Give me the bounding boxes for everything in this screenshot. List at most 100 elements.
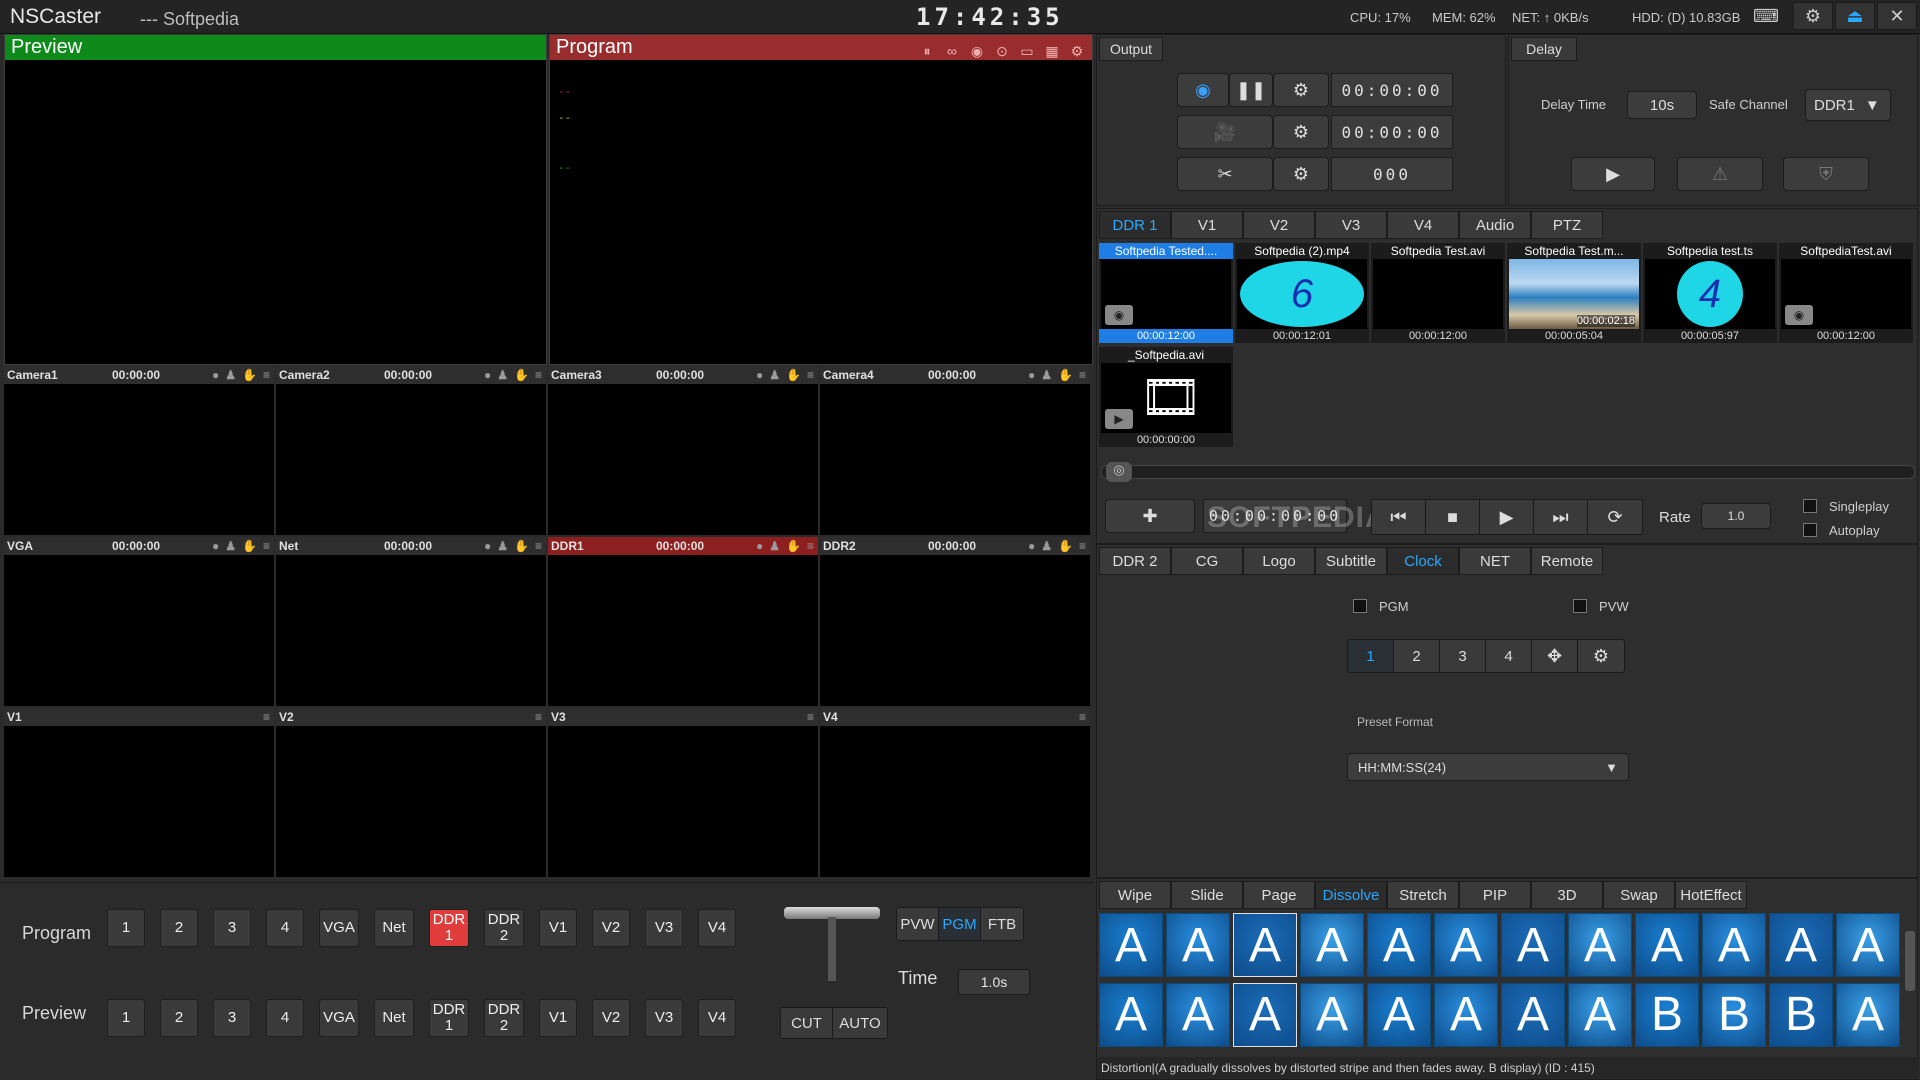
transition-effect[interactable]: A [1166, 913, 1230, 977]
person-icon[interactable]: ♟ [225, 366, 236, 384]
preview-button-1[interactable]: 1 [107, 999, 145, 1037]
program-button-v2[interactable]: V2 [592, 909, 630, 947]
program-button-4[interactable]: 4 [266, 909, 304, 947]
pause-button[interactable]: ❚❚ [1229, 73, 1273, 107]
menu-icon[interactable]: ≡ [1079, 708, 1086, 726]
preview-button-2[interactable]: 2 [160, 999, 198, 1037]
program-monitor[interactable]: Program ⏸ ∞ ◉ ⊙ ▭ ▦ ⚙ -- -- -- [549, 34, 1093, 365]
hand-icon[interactable]: ✋ [1058, 537, 1073, 555]
transition-time-field[interactable]: 1.0s [958, 969, 1030, 995]
tab-cg[interactable]: CG [1171, 547, 1243, 575]
monitor-camera3[interactable]: Camera3 00:00:00 ● ♟ ✋ ≡ [548, 366, 818, 535]
status-dot-icon[interactable]: ● [756, 366, 763, 384]
transition-effect[interactable]: A [1166, 982, 1230, 1047]
seek-bar[interactable]: ◎ [1101, 462, 1915, 482]
media-item[interactable]: Softpedia Tested.... ◉ 00:00:12:00 [1099, 243, 1233, 343]
hand-icon[interactable]: ✋ [514, 537, 529, 555]
status-dot-icon[interactable]: ● [484, 366, 491, 384]
scissors-icon[interactable]: ✂ [1177, 157, 1273, 191]
tab-net[interactable]: NET [1459, 547, 1531, 575]
stop-icon[interactable]: ■ [1426, 500, 1480, 534]
tab-v1[interactable]: V1 [1171, 211, 1243, 239]
status-dot-icon[interactable]: ● [1028, 537, 1035, 555]
transition-effect[interactable]: A [1434, 982, 1498, 1047]
preview-button-v2[interactable]: V2 [592, 999, 630, 1037]
ab-icon[interactable]: ▭ [1018, 39, 1036, 64]
t-bar-track[interactable] [828, 917, 836, 981]
program-button-ddr1[interactable]: DDR 1 [429, 909, 469, 947]
delay-tab[interactable]: Delay [1511, 37, 1577, 61]
transition-effect[interactable]: A [1300, 982, 1364, 1047]
monitor-ddr2[interactable]: DDR2 00:00:00 ● ♟ ✋ ≡ [820, 537, 1090, 706]
singleplay-checkbox[interactable] [1803, 499, 1817, 513]
menu-icon[interactable]: ≡ [807, 537, 814, 555]
effect-scrollbar[interactable] [1905, 931, 1915, 991]
status-dot-icon[interactable]: ● [484, 537, 491, 555]
delay-time-field[interactable]: 10s [1627, 91, 1697, 119]
audio-meter-icon[interactable]: ⏸ [918, 39, 936, 64]
tab-wipe[interactable]: Wipe [1099, 881, 1171, 909]
gear-icon[interactable]: ⚙ [1578, 640, 1624, 672]
tab-dissolve[interactable]: Dissolve [1315, 881, 1387, 909]
tab-ddr-1[interactable]: DDR 1 [1099, 211, 1171, 239]
tab-pip[interactable]: PIP [1459, 881, 1531, 909]
status-dot-icon[interactable]: ● [756, 537, 763, 555]
record-icon[interactable]: ⊙ [993, 39, 1011, 64]
program-button-v3[interactable]: V3 [645, 909, 683, 947]
transition-effect[interactable]: A [1099, 982, 1163, 1047]
tab-logo[interactable]: Logo [1243, 547, 1315, 575]
move-icon[interactable]: ✥ [1532, 640, 1578, 672]
transition-effect[interactable]: A [1568, 913, 1632, 977]
tab-3d[interactable]: 3D [1531, 881, 1603, 909]
media-item[interactable]: Softpedia Test.avi 00:00:12:00 [1371, 243, 1505, 343]
monitor-net[interactable]: Net 00:00:00 ● ♟ ✋ ≡ [276, 537, 546, 706]
monitor-camera4[interactable]: Camera4 00:00:00 ● ♟ ✋ ≡ [820, 366, 1090, 535]
preset-format-select[interactable]: HH:MM:SS(24) ▼ [1347, 753, 1629, 781]
menu-icon[interactable]: ≡ [263, 366, 270, 384]
rate-field[interactable]: 1.0 [1701, 503, 1771, 529]
clock-slot-3[interactable]: 3 [1440, 640, 1486, 672]
person-icon[interactable]: ♟ [225, 537, 236, 555]
settings-gear-icon[interactable]: ⚙ [1793, 2, 1833, 30]
mode-pvw-button[interactable]: PVW [897, 908, 939, 940]
menu-icon[interactable]: ≡ [807, 366, 814, 384]
preview-button-v3[interactable]: V3 [645, 999, 683, 1037]
close-icon[interactable]: ✕ [1877, 2, 1917, 30]
hand-icon[interactable]: ✋ [242, 366, 257, 384]
transition-effect[interactable]: A [1836, 913, 1900, 977]
preview-button-v4[interactable]: V4 [698, 999, 736, 1037]
tab-audio[interactable]: Audio [1459, 211, 1531, 239]
program-button-3[interactable]: 3 [213, 909, 251, 947]
mode-pgm-button[interactable]: PGM [939, 908, 981, 940]
menu-icon[interactable]: ≡ [535, 537, 542, 555]
preview-button-ddr1[interactable]: DDR 1 [429, 999, 469, 1037]
add-media-button[interactable]: ✚ [1105, 499, 1195, 533]
tab-subtitle[interactable]: Subtitle [1315, 547, 1387, 575]
record-settings-gear-icon[interactable]: ⚙ [1273, 73, 1329, 107]
monitor-v1[interactable]: V1 ≡ [4, 708, 274, 877]
preview-button-vga[interactable]: VGA [319, 999, 359, 1037]
seek-handle[interactable]: ◎ [1106, 462, 1132, 482]
autoplay-checkbox[interactable] [1803, 523, 1817, 537]
hand-icon[interactable]: ✋ [242, 537, 257, 555]
clock-slot-1[interactable]: 1 [1348, 640, 1394, 672]
safe-channel-select[interactable]: DDR1 ▼ [1805, 89, 1891, 121]
skip-back-icon[interactable]: ⏮ [1372, 500, 1426, 534]
transition-effect[interactable]: A [1367, 913, 1431, 977]
stream-camera-icon[interactable]: 🎥 [1177, 115, 1273, 149]
monitor-ddr1[interactable]: DDR1 00:00:00 ● ♟ ✋ ≡ [548, 537, 818, 706]
skip-forward-icon[interactable]: ⏭ [1534, 500, 1588, 534]
person-icon[interactable]: ♟ [1041, 366, 1052, 384]
transition-effect[interactable]: A [1434, 913, 1498, 977]
warning-icon[interactable]: ⚠ [1677, 157, 1763, 191]
tab-slide[interactable]: Slide [1171, 881, 1243, 909]
status-dot-icon[interactable]: ● [212, 366, 219, 384]
hand-icon[interactable]: ✋ [514, 366, 529, 384]
menu-icon[interactable]: ≡ [807, 708, 814, 726]
program-button-vga[interactable]: VGA [319, 909, 359, 947]
program-button-ddr2[interactable]: DDR 2 [484, 909, 524, 947]
pgm-checkbox[interactable] [1353, 599, 1367, 613]
person-icon[interactable]: ♟ [497, 366, 508, 384]
hand-icon[interactable]: ✋ [786, 537, 801, 555]
transition-effect[interactable]: A [1836, 982, 1900, 1047]
